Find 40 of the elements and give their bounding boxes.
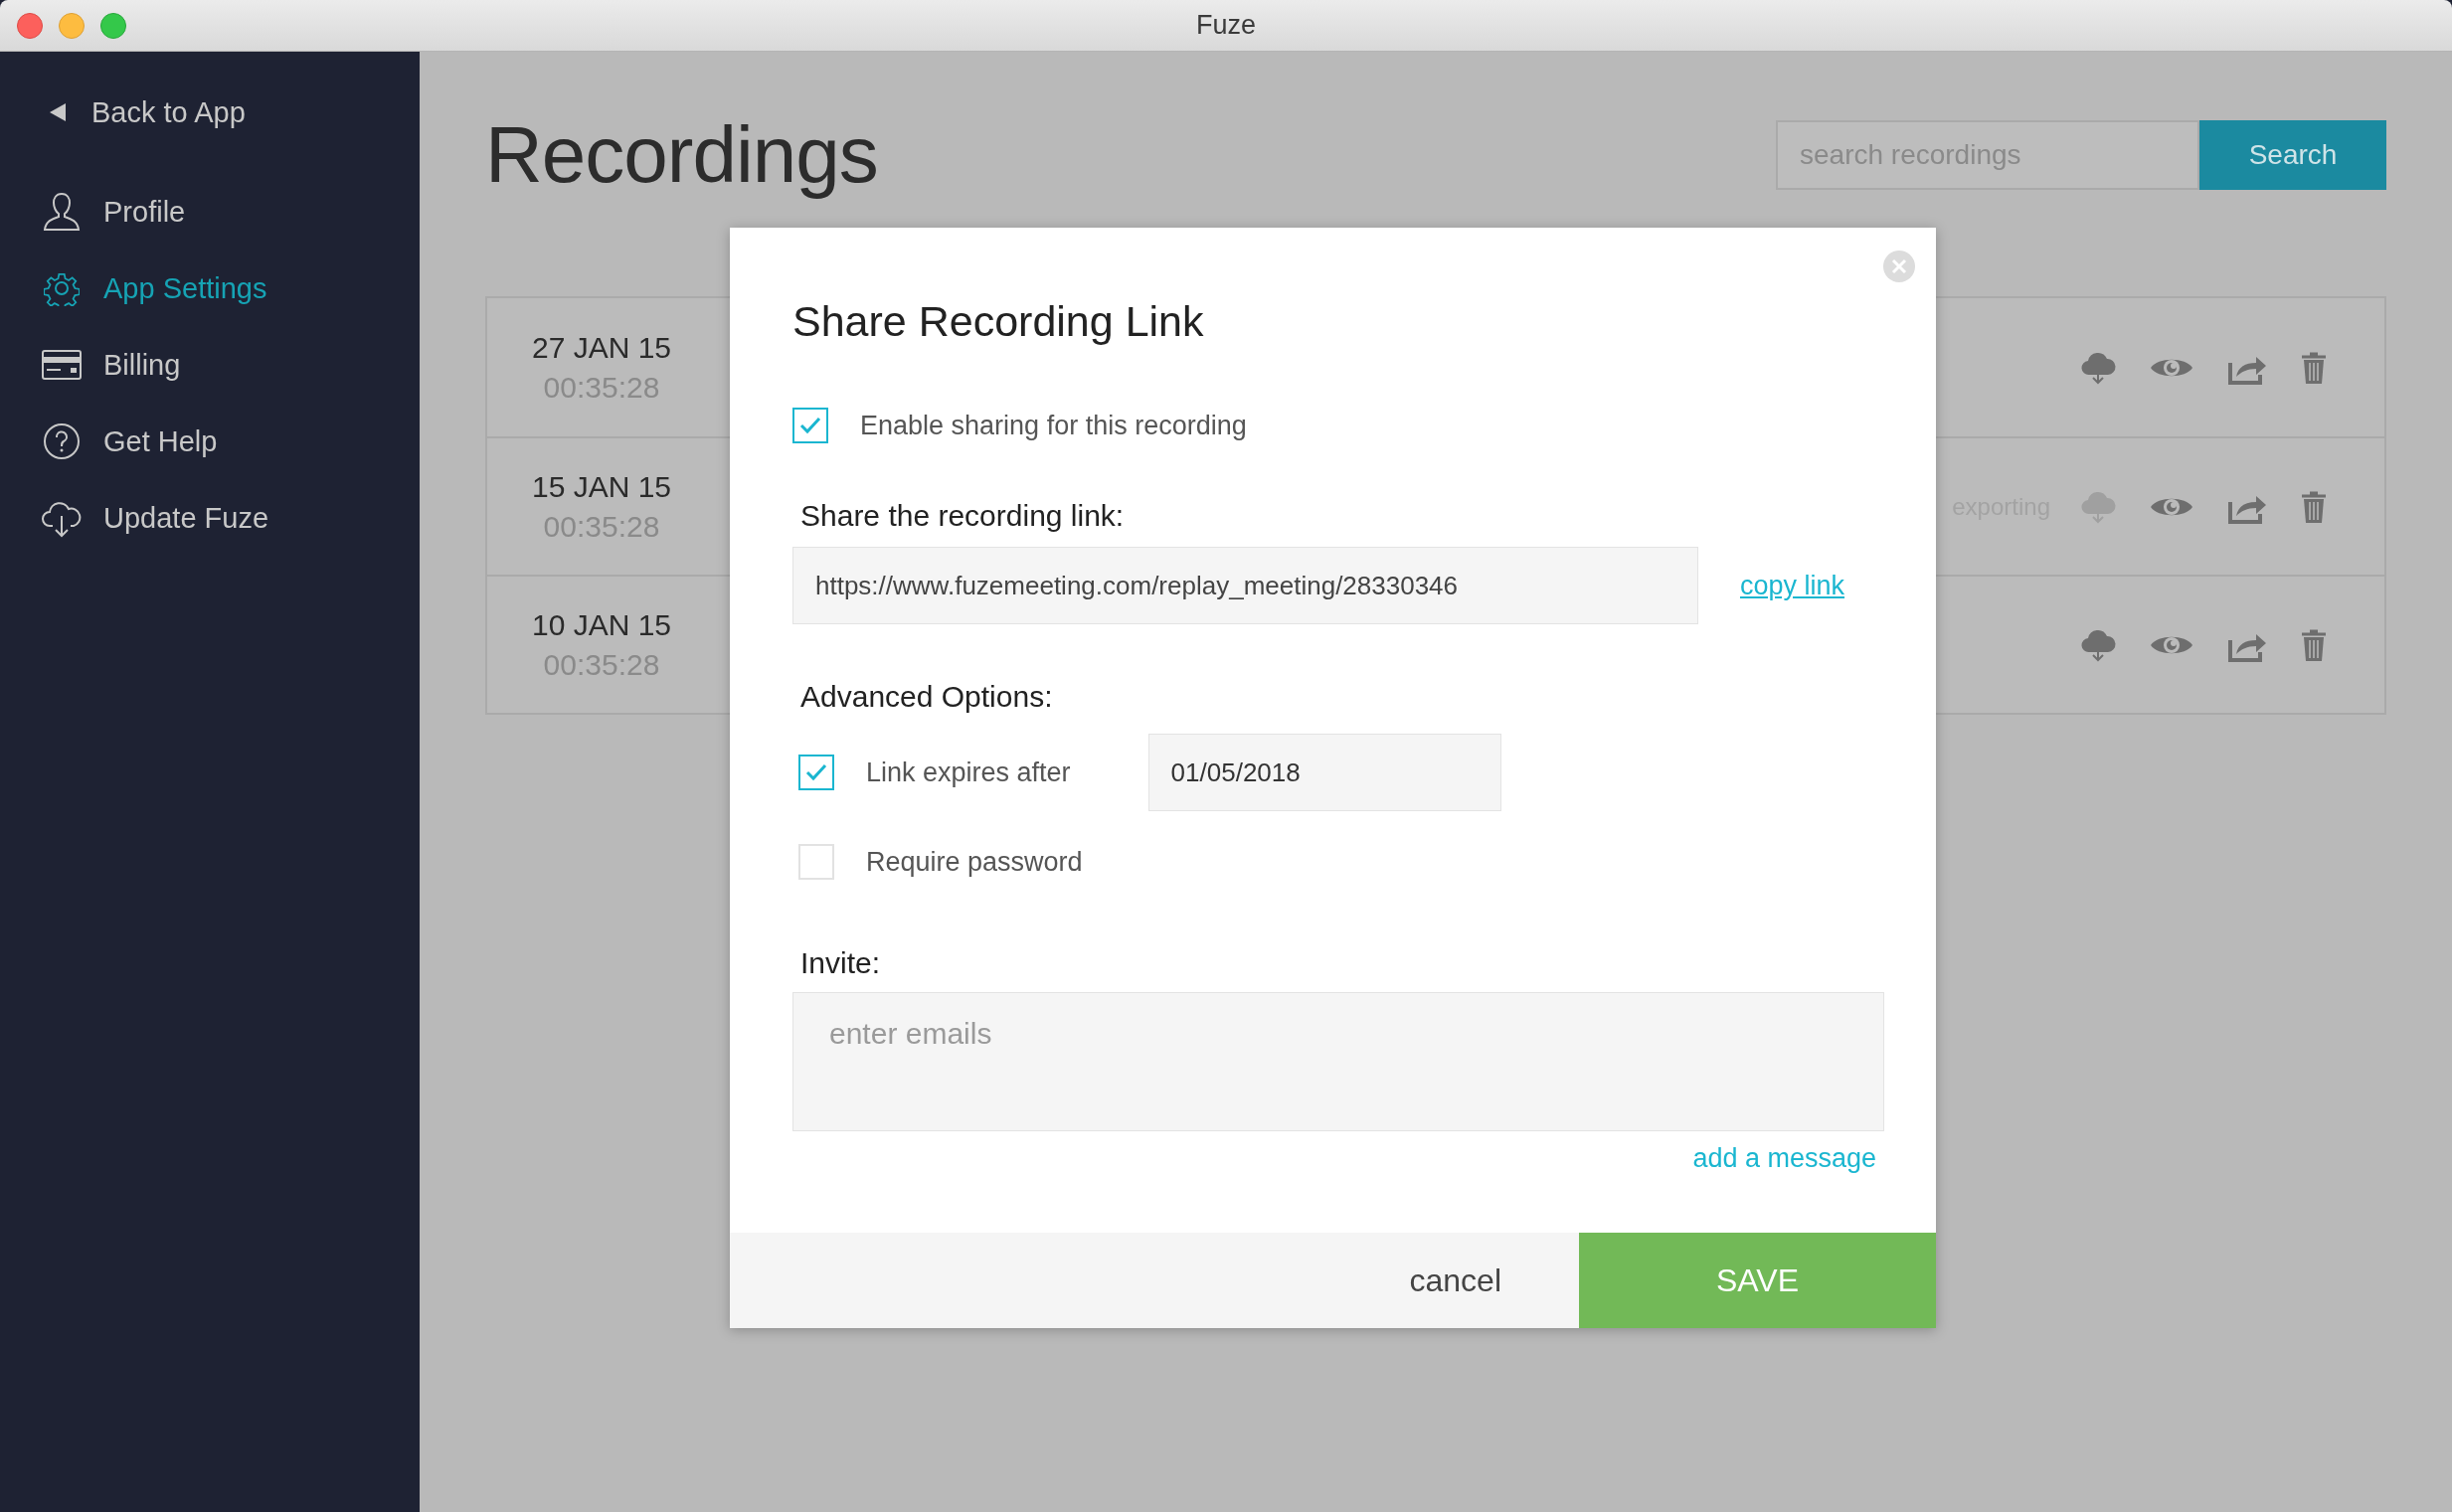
back-button[interactable]: Back to App — [50, 87, 246, 137]
page-title: Recordings — [485, 109, 878, 201]
trash-icon[interactable] — [2301, 350, 2327, 385]
date-field[interactable]: 01/05/2018 — [1147, 734, 1501, 811]
section-label: Advanced Options: — [799, 680, 1054, 714]
person-icon — [43, 192, 81, 232]
section-label: Share the recording link: — [799, 499, 1126, 533]
close-icon[interactable] — [1882, 250, 1916, 283]
minimize-window-button[interactable] — [59, 12, 85, 39]
help-icon — [43, 422, 81, 460]
recording-date: 10 JAN 15 — [531, 607, 672, 642]
cloud-download-icon[interactable] — [2080, 350, 2116, 385]
dialog-title: Share Recording Link — [792, 297, 1205, 346]
sidebar-item[interactable]: Billing — [40, 340, 181, 390]
cancel-button[interactable]: cancel — [730, 1233, 1579, 1328]
section-label: Invite: — [799, 946, 882, 980]
sidebar-item[interactable]: Update Fuze — [40, 493, 269, 543]
recording-date: 15 JAN 15 — [531, 469, 672, 504]
sidebar-item[interactable]: App Settings — [40, 263, 267, 313]
trash-icon[interactable] — [2301, 627, 2327, 662]
credit-card-icon — [42, 350, 82, 380]
checkbox-label: Link expires after — [866, 756, 1071, 788]
checkbox-label: Require password — [866, 846, 1083, 878]
sidebar-item[interactable]: Get Help — [40, 417, 218, 466]
sidebar-item[interactable]: Profile — [40, 187, 186, 237]
check-icon — [805, 763, 827, 781]
close-window-button[interactable] — [17, 12, 43, 39]
checkbox[interactable] — [798, 755, 834, 790]
trash-icon[interactable] — [2301, 489, 2327, 524]
settings-icon — [44, 270, 80, 306]
zoom-window-button[interactable] — [100, 12, 126, 39]
checkbox-label: Enable sharing for this recording — [860, 410, 1247, 441]
back-arrow-icon — [50, 103, 66, 121]
cloud-download-icon[interactable] — [2080, 627, 2116, 662]
link-field[interactable]: https://www.fuzemeeting.com/replay_meeting/28330346 — [792, 547, 1698, 624]
cloud-download-icon[interactable] — [2080, 489, 2116, 524]
window-title: Fuze — [1196, 10, 1256, 40]
check-icon — [799, 417, 821, 434]
checkbox[interactable] — [792, 408, 828, 443]
recording-date: 27 JAN 15 — [531, 330, 672, 365]
